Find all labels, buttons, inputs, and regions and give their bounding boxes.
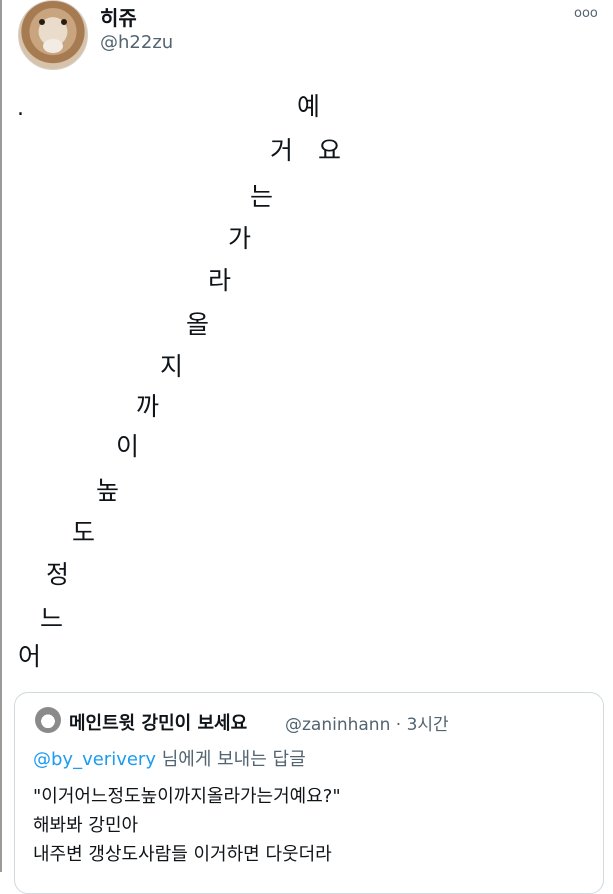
tweet-char: 정: [46, 560, 70, 589]
tweet-dot: .: [17, 96, 24, 121]
tweet-char: 어: [18, 642, 42, 671]
tweet-char: 는: [250, 182, 274, 211]
tweet-char: 느: [40, 604, 64, 633]
avatar[interactable]: [18, 0, 88, 70]
quote-text-line-1: "이거어느정도높이까지올라가는거예요?": [33, 786, 341, 807]
quote-handle-time[interactable]: @zaninhann · 3시간: [285, 710, 449, 735]
tweet-char: 라: [208, 266, 232, 295]
left-border: [0, 0, 2, 872]
tweet-char: 거: [270, 136, 294, 165]
tweet-char: 이: [116, 432, 140, 461]
quote-tweet-card[interactable]: 메인트윗 강민이 보세요 @zaninhann · 3시간 @by_verive…: [14, 692, 604, 894]
tweet-char: 올: [186, 310, 210, 339]
tweet-char: 예: [297, 92, 321, 121]
quote-text-line-3: 내주변 갱상도사람들 이거하면 다웃더라: [33, 844, 332, 865]
more-icon[interactable]: ooo: [574, 6, 598, 21]
user-handle[interactable]: @h22zu: [100, 32, 173, 53]
quote-display-name[interactable]: 메인트윗 강민이 보세요: [69, 709, 247, 735]
reply-suffix: 님에게 보내는 답글: [156, 749, 306, 770]
tweet-char: 요: [318, 136, 342, 165]
display-name[interactable]: 히쥬: [100, 2, 137, 31]
quote-avatar[interactable]: [35, 707, 61, 733]
tweet-char: 가: [228, 224, 252, 253]
tweet-header: 히쥬 @h22zu ooo: [0, 0, 613, 80]
quote-text-line-2: 해봐봐 강민아: [33, 815, 139, 836]
tweet-char: 도: [72, 518, 96, 547]
replying-to: @by_verivery 님에게 보내는 답글: [33, 745, 306, 771]
tweet-char: 지: [160, 352, 184, 381]
tweet-char: 까: [136, 392, 160, 421]
tweet-char: 높: [96, 476, 120, 505]
mention-link[interactable]: @by_verivery: [33, 749, 156, 770]
